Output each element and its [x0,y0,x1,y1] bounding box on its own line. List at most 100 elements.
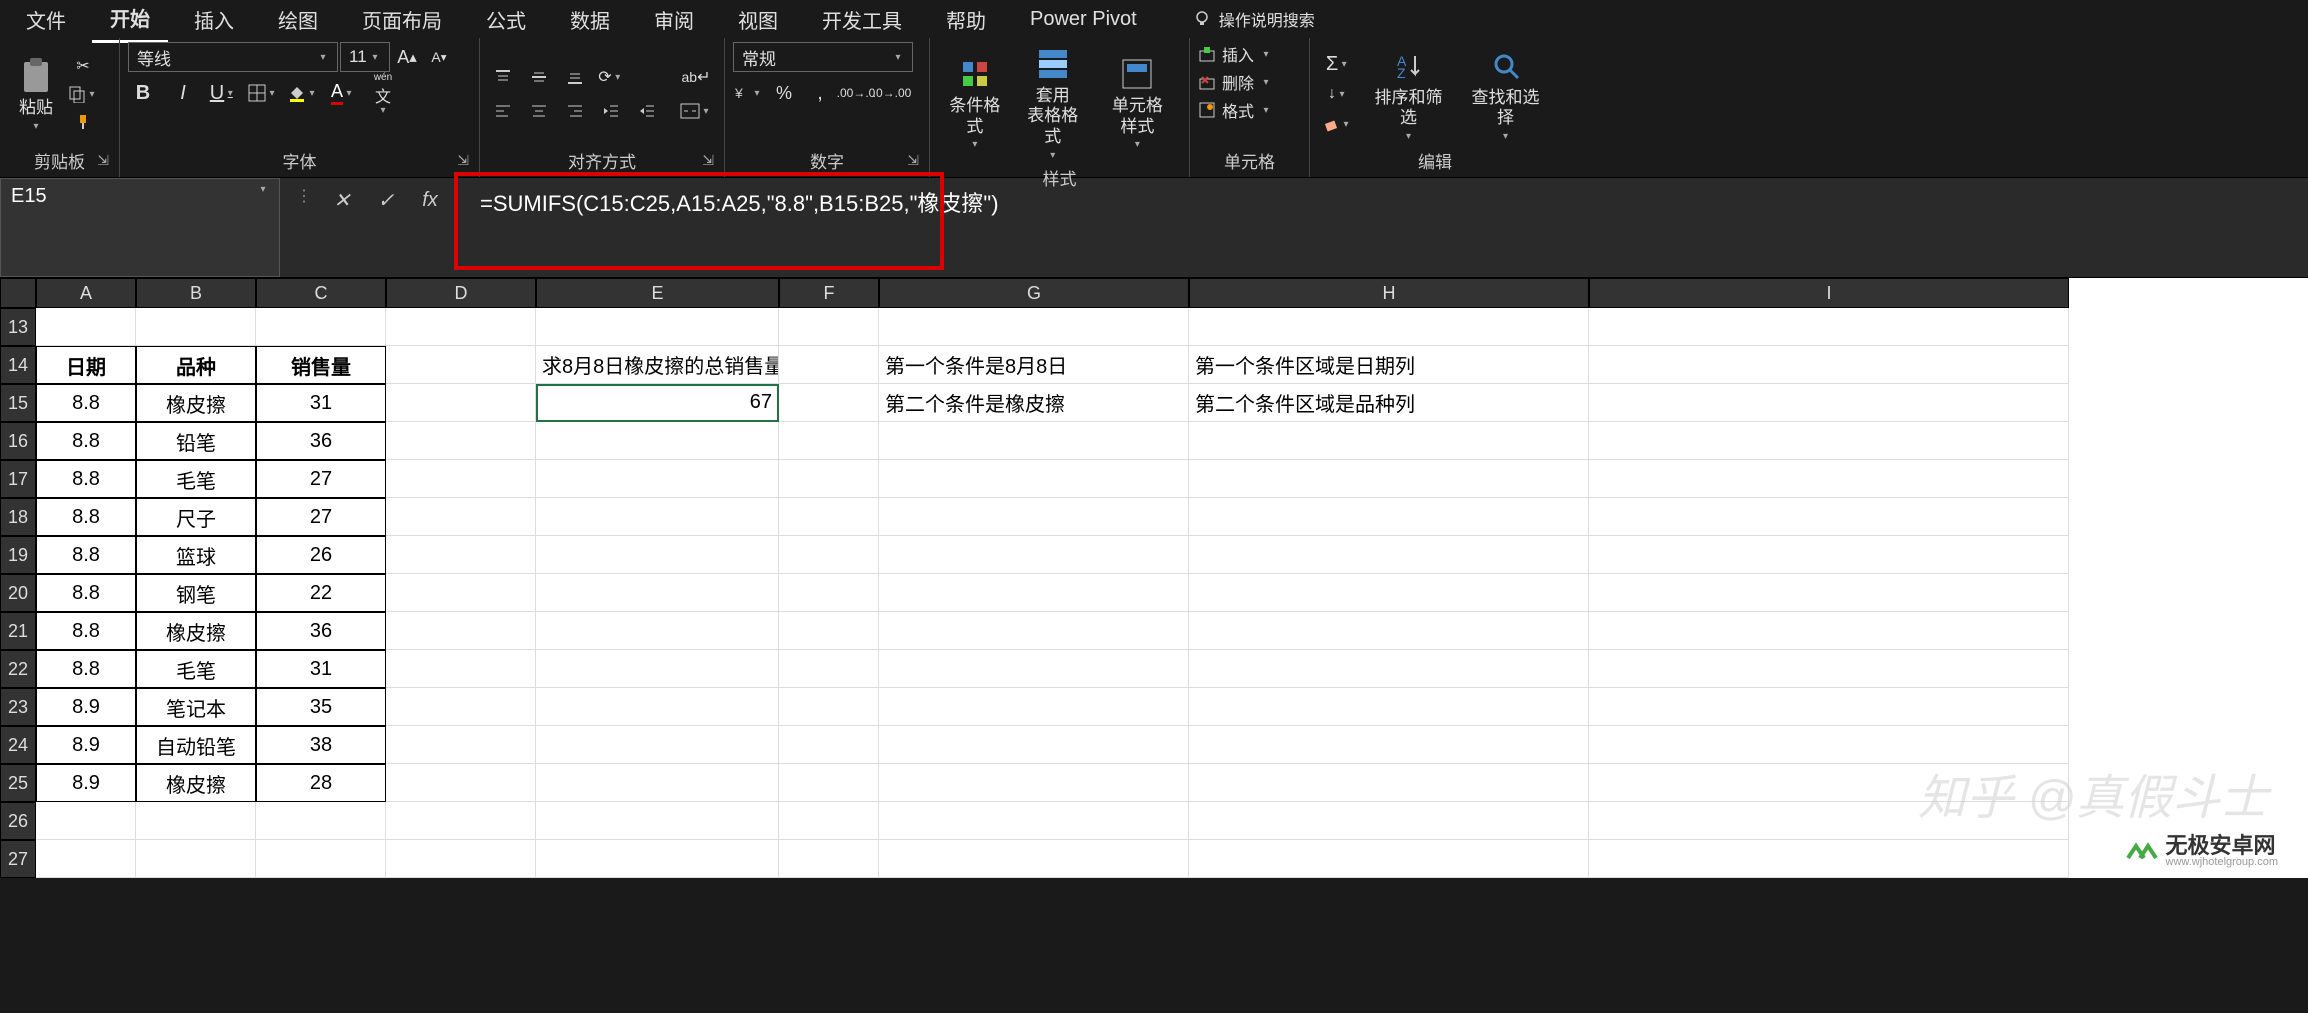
cell[interactable]: 36 [256,422,386,460]
cell[interactable] [1589,460,2069,498]
cell[interactable] [779,574,879,612]
dialog-launcher-icon[interactable]: ⇲ [457,152,469,169]
cell[interactable] [256,840,386,878]
cell[interactable]: 日期 [36,346,136,384]
cell[interactable]: 第一个条件是8月8日 [879,346,1189,384]
bold-button[interactable]: B [128,80,158,106]
tab-home[interactable]: 开始 [92,0,168,43]
cell[interactable] [779,650,879,688]
row-header[interactable]: 26 [0,802,36,840]
cell[interactable] [386,840,536,878]
cell[interactable]: 28 [256,764,386,802]
copy-button[interactable]: ▾ [68,81,98,107]
cell[interactable]: 橡皮擦 [136,612,256,650]
cell[interactable] [1589,574,2069,612]
cell[interactable] [879,574,1189,612]
cell[interactable] [386,498,536,536]
cell[interactable] [879,650,1189,688]
cell[interactable]: 8.9 [36,726,136,764]
cell[interactable] [779,308,879,346]
cell[interactable] [879,688,1189,726]
cell[interactable] [386,422,536,460]
cell[interactable] [136,802,256,840]
cell[interactable] [879,536,1189,574]
row-header[interactable]: 27 [0,840,36,878]
cell[interactable] [386,536,536,574]
cell[interactable]: 8.8 [36,536,136,574]
cell[interactable]: 8.8 [36,498,136,536]
cell[interactable] [386,764,536,802]
cell[interactable] [1189,840,1589,878]
cell[interactable]: 铅笔 [136,422,256,460]
underline-button[interactable]: U▾ [208,80,238,106]
cell[interactable]: 8.8 [36,650,136,688]
border-button[interactable]: ▾ [248,80,278,106]
cell[interactable]: 自动铅笔 [136,726,256,764]
column-header[interactable]: A [36,278,136,308]
comma-button[interactable]: , [805,80,835,106]
tab-review[interactable]: 审阅 [636,0,712,42]
column-header[interactable]: I [1589,278,2069,308]
cell[interactable] [779,460,879,498]
cell[interactable] [536,688,779,726]
cell[interactable]: 篮球 [136,536,256,574]
font-name-select[interactable]: 等线▾ [128,42,338,72]
accept-formula-button[interactable]: ✓ [372,186,400,214]
cell[interactable] [879,498,1189,536]
orientation-button[interactable]: ⟳▾ [596,64,626,90]
font-size-select[interactable]: 11▾ [340,42,390,72]
cell[interactable]: 第二个条件是橡皮擦 [879,384,1189,422]
cell[interactable] [879,460,1189,498]
column-header[interactable]: B [136,278,256,308]
cell[interactable]: 8.8 [36,422,136,460]
cell[interactable] [879,802,1189,840]
tab-developer[interactable]: 开发工具 [804,0,920,42]
cell[interactable] [536,612,779,650]
tell-me-search[interactable]: 操作说明搜索 [1193,7,1315,31]
align-right-button[interactable] [560,98,590,124]
cell[interactable]: 橡皮擦 [136,384,256,422]
paste-button[interactable]: 粘贴 ▾ [8,54,64,134]
row-header[interactable]: 13 [0,308,36,346]
cell[interactable] [1589,650,2069,688]
cell[interactable]: 第二个条件区域是品种列 [1189,384,1589,422]
cell[interactable] [779,764,879,802]
cell[interactable] [386,612,536,650]
cell[interactable] [1189,422,1589,460]
cell[interactable]: 8.9 [36,688,136,726]
cell[interactable] [36,802,136,840]
cell[interactable] [879,612,1189,650]
row-header[interactable]: 21 [0,612,36,650]
clear-button[interactable]: ▾ [1318,111,1358,137]
column-header[interactable]: H [1189,278,1589,308]
cell[interactable] [779,384,879,422]
cell[interactable] [879,840,1189,878]
cell[interactable]: 笔记本 [136,688,256,726]
cell[interactable] [386,384,536,422]
cell[interactable] [1589,498,2069,536]
cell[interactable] [1589,536,2069,574]
cell[interactable] [879,308,1189,346]
cell[interactable] [536,422,779,460]
row-header[interactable]: 15 [0,384,36,422]
cell[interactable] [536,650,779,688]
cell[interactable] [256,802,386,840]
row-header[interactable]: 20 [0,574,36,612]
increase-decimal-button[interactable]: .00→.0 [841,80,871,106]
insert-cells-button[interactable]: 插入▾ [1198,42,1301,66]
row-header[interactable]: 25 [0,764,36,802]
sort-filter-button[interactable]: AZ 排序和筛选▾ [1362,44,1455,145]
cell[interactable] [1189,498,1589,536]
cell[interactable]: 第一个条件区域是日期列 [1189,346,1589,384]
format-as-table-button[interactable]: 套用 表格格式▾ [1016,42,1090,163]
merge-button[interactable]: ▾ [676,98,716,124]
fill-color-button[interactable]: ▾ [288,80,318,106]
cell[interactable]: 毛笔 [136,650,256,688]
cell[interactable]: 38 [256,726,386,764]
cell[interactable] [536,574,779,612]
cancel-formula-button[interactable]: ✕ [328,186,356,214]
cell[interactable]: 27 [256,460,386,498]
cell[interactable] [879,422,1189,460]
cell[interactable] [1189,574,1589,612]
cell[interactable]: 27 [256,498,386,536]
